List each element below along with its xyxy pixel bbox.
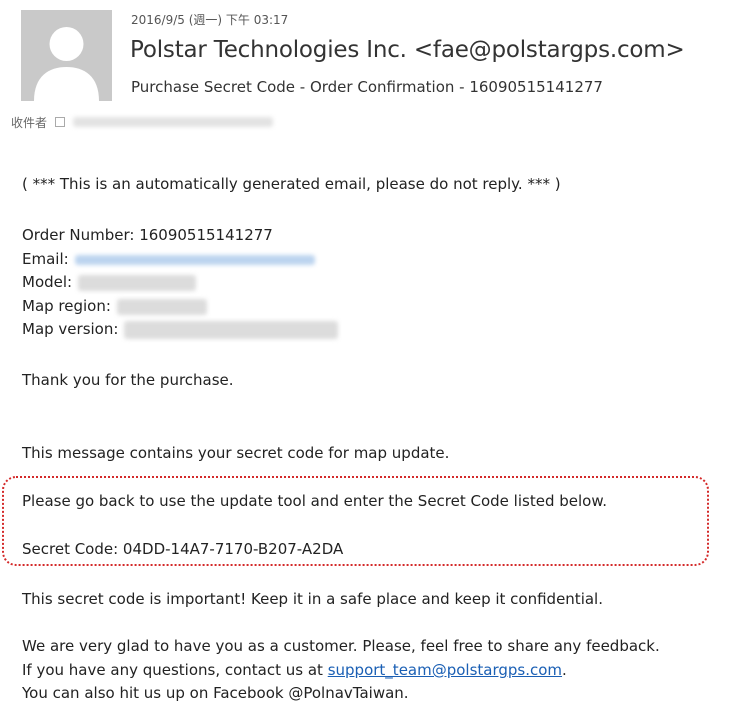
email-row: Email: [22, 250, 315, 268]
recipient-checkbox[interactable] [55, 117, 66, 127]
questions-prefix: If you have any questions, contact us at [22, 661, 328, 679]
important-text: This secret code is important! Keep it i… [22, 590, 603, 608]
recipient-redacted [73, 117, 274, 127]
thank-you-text: Thank you for the purchase. [22, 371, 234, 389]
map-region-redacted [116, 298, 207, 315]
email-label: Email: [22, 250, 69, 268]
map-version-label: Map version: [22, 320, 119, 338]
email-sender[interactable]: Polstar Technologies Inc. <fae@polstargp… [130, 37, 685, 63]
recipient-row: 收件者 [11, 114, 274, 130]
contains-code-text: This message contains your secret code f… [22, 444, 450, 462]
model-redacted [78, 274, 197, 291]
questions-suffix: . [562, 661, 567, 679]
sender-avatar [21, 10, 112, 101]
map-version-redacted [124, 320, 339, 339]
secret-code: Secret Code: 04DD-14A7-7170-B207-A2DA [22, 540, 344, 558]
email-redacted [74, 254, 315, 265]
facebook-text: You can also hit us up on Facebook @Poln… [22, 684, 409, 702]
model-label: Model: [22, 273, 73, 291]
email-date: 2016/9/5 (週一) 下午 03:17 [131, 13, 289, 27]
questions-text: If you have any questions, contact us at… [22, 661, 567, 679]
person-icon [21, 10, 112, 101]
map-region-row: Map region: [22, 297, 207, 315]
email-subject: Purchase Secret Code - Order Confirmatio… [131, 78, 603, 96]
map-region-label: Map region: [22, 297, 111, 315]
support-email-link[interactable]: support_team@polstargps.com [328, 661, 562, 679]
recipient-label: 收件者 [11, 115, 48, 130]
model-row: Model: [22, 273, 197, 291]
auto-notice: ( *** This is an automatically generated… [22, 175, 561, 193]
instructions-text: Please go back to use the update tool an… [22, 492, 607, 510]
glad-text: We are very glad to have you as a custom… [22, 637, 660, 655]
order-number: Order Number: 16090515141277 [22, 226, 273, 244]
map-version-row: Map version: [22, 320, 339, 339]
